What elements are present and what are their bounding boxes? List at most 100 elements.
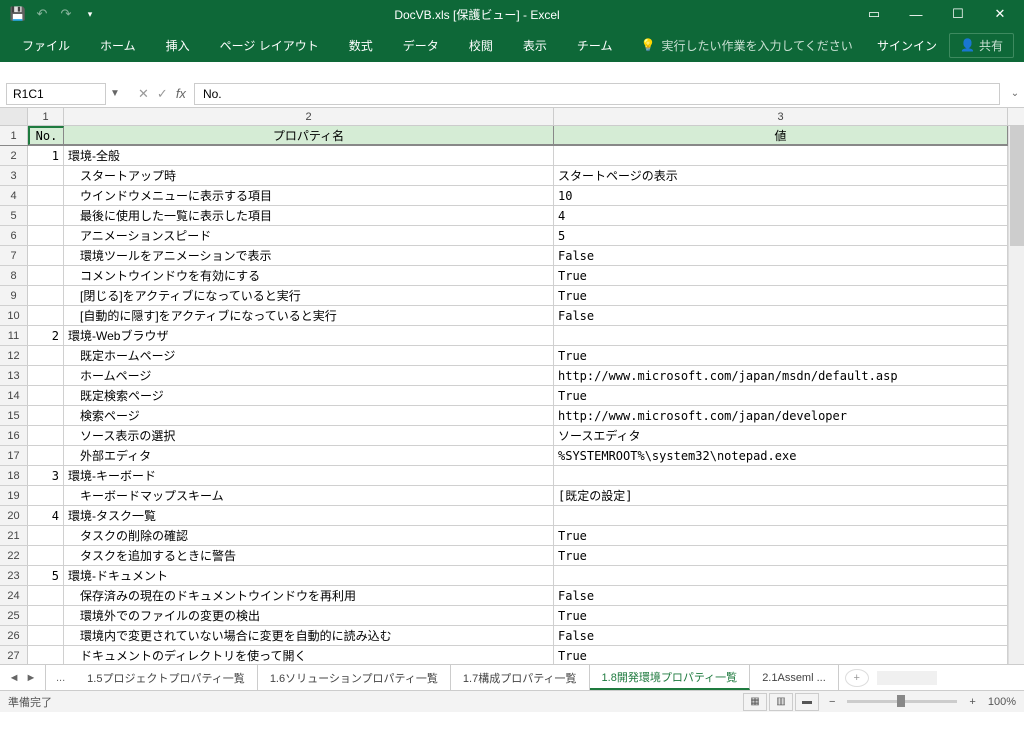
cell-header-prop[interactable]: プロパティ名 (64, 126, 554, 145)
cell[interactable]: スタートアップ時 (64, 166, 554, 185)
cell[interactable]: [自動的に隠す]をアクティブになっていると実行 (64, 306, 554, 325)
cell[interactable]: ウインドウメニューに表示する項目 (64, 186, 554, 205)
share-button[interactable]: 👤 共有 (949, 33, 1014, 58)
cell[interactable] (28, 266, 64, 285)
sheet-overflow-left[interactable]: ... (46, 672, 75, 684)
cell[interactable] (28, 166, 64, 185)
redo-icon[interactable]: ↷ (56, 4, 76, 24)
cell[interactable] (28, 646, 64, 664)
cell[interactable]: 外部エディタ (64, 446, 554, 465)
cell[interactable] (28, 286, 64, 305)
cell[interactable]: ホームページ (64, 366, 554, 385)
cell[interactable]: True (554, 286, 1008, 305)
name-box[interactable]: R1C1 (6, 83, 106, 105)
row-header[interactable]: 27 (0, 646, 28, 664)
row-header[interactable]: 20 (0, 506, 28, 525)
cell[interactable]: 最後に使用した一覧に表示した項目 (64, 206, 554, 225)
row-header[interactable]: 11 (0, 326, 28, 345)
row-header[interactable]: 15 (0, 406, 28, 425)
cell[interactable]: コメントウインドウを有効にする (64, 266, 554, 285)
signin-link[interactable]: サインイン (877, 37, 937, 54)
row-header[interactable]: 13 (0, 366, 28, 385)
tell-me-search[interactable]: 💡 実行したい作業を入力してください (640, 37, 852, 54)
row-header[interactable]: 18 (0, 466, 28, 485)
row-header[interactable]: 25 (0, 606, 28, 625)
cell[interactable]: 10 (554, 186, 1008, 205)
row-header[interactable]: 14 (0, 386, 28, 405)
cell[interactable]: True (554, 606, 1008, 625)
cell[interactable]: ドキュメントのディレクトリを使って開く (64, 646, 554, 664)
cell[interactable] (28, 306, 64, 325)
cell[interactable]: False (554, 626, 1008, 645)
cell[interactable]: 保存済みの現在のドキュメントウインドウを再利用 (64, 586, 554, 605)
tab-review[interactable]: 校閲 (455, 31, 507, 60)
row-header[interactable]: 2 (0, 146, 28, 165)
cell[interactable] (28, 426, 64, 445)
cell[interactable]: %SYSTEMROOT%\system32\notepad.exe (554, 446, 1008, 465)
vertical-scrollbar[interactable] (1008, 126, 1024, 664)
enter-formula-icon[interactable]: ✓ (157, 86, 168, 102)
cell[interactable]: 環境-全般 (64, 146, 554, 165)
undo-icon[interactable]: ↶ (32, 4, 52, 24)
cell[interactable]: 環境-ドキュメント (64, 566, 554, 585)
col-header-3[interactable]: 3 (554, 108, 1008, 125)
cell[interactable]: アニメーションスピード (64, 226, 554, 245)
cell[interactable]: ソースエディタ (554, 426, 1008, 445)
row-header[interactable]: 5 (0, 206, 28, 225)
cell[interactable] (28, 206, 64, 225)
formula-expand-icon[interactable]: ⌄ (1006, 88, 1024, 99)
cell[interactable]: [既定の設定] (554, 486, 1008, 505)
tab-home[interactable]: ホーム (86, 31, 150, 60)
page-break-view-icon[interactable]: ▬ (795, 693, 819, 711)
sheet-tab-3[interactable]: 1.7構成プロパティ一覧 (451, 665, 590, 690)
col-header-1[interactable]: 1 (28, 108, 64, 125)
tab-view[interactable]: 表示 (509, 31, 561, 60)
row-header[interactable]: 21 (0, 526, 28, 545)
cell[interactable]: False (554, 306, 1008, 325)
row-header[interactable]: 6 (0, 226, 28, 245)
cancel-formula-icon[interactable]: ✕ (138, 86, 149, 102)
cell[interactable]: False (554, 246, 1008, 265)
cell[interactable]: True (554, 546, 1008, 565)
fx-icon[interactable]: fx (176, 86, 186, 101)
cell[interactable] (28, 186, 64, 205)
cell[interactable] (28, 386, 64, 405)
cell[interactable]: True (554, 346, 1008, 365)
qat-dropdown-icon[interactable]: ▾ (80, 4, 100, 24)
cell[interactable] (28, 526, 64, 545)
cell[interactable]: 環境内で変更されていない場合に変更を自動的に読み込む (64, 626, 554, 645)
save-icon[interactable]: 💾 (8, 4, 28, 24)
row-header[interactable]: 22 (0, 546, 28, 565)
minimize-icon[interactable]: — (896, 1, 936, 27)
cell[interactable] (28, 546, 64, 565)
cell[interactable]: 環境外でのファイルの変更の検出 (64, 606, 554, 625)
row-header[interactable]: 3 (0, 166, 28, 185)
cell[interactable]: True (554, 386, 1008, 405)
horizontal-scrollbar[interactable] (877, 671, 937, 685)
cell[interactable]: タスクの削除の確認 (64, 526, 554, 545)
select-all-corner[interactable] (0, 108, 28, 125)
add-sheet-button[interactable]: + (845, 669, 869, 687)
cell[interactable] (28, 346, 64, 365)
cell[interactable]: 1 (28, 146, 64, 165)
cell[interactable]: 既定検索ページ (64, 386, 554, 405)
zoom-thumb[interactable] (897, 695, 905, 707)
name-box-dropdown-icon[interactable]: ▼ (106, 88, 124, 99)
cell-header-no[interactable]: No. (28, 126, 64, 145)
sheet-tab-5[interactable]: 2.1Asseml ... (750, 665, 839, 690)
cell[interactable]: 環境-タスク一覧 (64, 506, 554, 525)
cell[interactable]: 環境-Webブラウザ (64, 326, 554, 345)
cell[interactable]: 既定ホームページ (64, 346, 554, 365)
tab-insert[interactable]: 挿入 (152, 31, 204, 60)
page-layout-view-icon[interactable]: ▥ (769, 693, 793, 711)
sheet-tab-4[interactable]: 1.8開発環境プロパティ一覧 (590, 665, 751, 690)
cell-header-val[interactable]: 値 (554, 126, 1008, 145)
row-header[interactable]: 17 (0, 446, 28, 465)
row-header[interactable]: 4 (0, 186, 28, 205)
cell[interactable]: 3 (28, 466, 64, 485)
cell[interactable]: スタートページの表示 (554, 166, 1008, 185)
cell[interactable] (28, 226, 64, 245)
cell[interactable]: [閉じる]をアクティブになっていると実行 (64, 286, 554, 305)
cell[interactable] (554, 146, 1008, 165)
cell[interactable]: True (554, 266, 1008, 285)
